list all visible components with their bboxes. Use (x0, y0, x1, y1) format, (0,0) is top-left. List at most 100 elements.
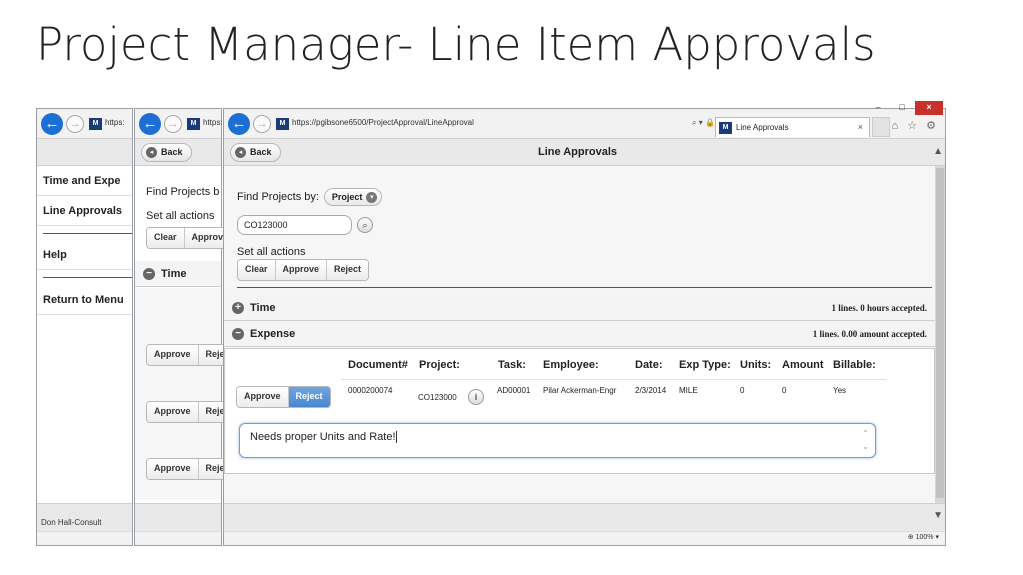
find-projects-label: Find Projects by: (237, 191, 319, 203)
page-scrollbar[interactable] (935, 166, 945, 504)
browser-window-menu: ← → M https: Time and Expe Line Approval… (36, 108, 133, 546)
zoom-control[interactable]: ⊕ 100% ▾ (908, 533, 939, 541)
browser-window-approvals-narrow: ← → M https: ◂ Back Find Projects b Set … (134, 108, 233, 546)
browser-forward-icon[interactable]: → (253, 115, 271, 133)
browser-tool-icons[interactable]: ⌂ ☆ ⚙ (892, 119, 939, 132)
site-favicon-icon: M (276, 118, 289, 130)
browser-forward-icon[interactable]: → (164, 115, 182, 133)
nav-item-line-approvals[interactable]: Line Approvals (37, 197, 132, 226)
column-header-document: Document# (348, 359, 408, 371)
time-section-header[interactable]: + Time 1 lines. 0 hours accepted. (224, 295, 935, 321)
scroll-up-icon[interactable]: ▲ (933, 146, 943, 157)
rejection-comment-textarea[interactable]: Needs proper Units and Rate! ⌃ ⌄ (239, 423, 876, 458)
site-favicon-icon: M (187, 118, 200, 130)
scrollbar-thumb[interactable] (936, 168, 944, 498)
scroll-down-icon[interactable]: ▼ (933, 510, 943, 521)
time-section-label: Time (250, 302, 276, 314)
back-button[interactable]: ◂ Back (141, 143, 192, 162)
window-controls: – □ × (867, 101, 943, 115)
browser-window-line-approvals: ← → M https://pgibsone6500/ProjectApprov… (223, 101, 946, 546)
cell-project: CO123000 (418, 393, 457, 402)
expense-table: Document# Project: Task: Employee: Date:… (224, 348, 935, 474)
cell-date: 2/3/2014 (635, 386, 667, 395)
time-section-header[interactable]: − Time (135, 261, 221, 287)
slide-title: Project Manager- Line Item Approvals (36, 18, 876, 71)
header-divider (341, 379, 886, 380)
find-by-value: Project (331, 192, 363, 202)
back-label: Back (161, 147, 183, 157)
minimize-icon[interactable]: – (867, 101, 889, 115)
chevron-down-icon: ▾ (366, 191, 378, 203)
browser-toolbar: ← → M https://pgibsone6500/ProjectApprov… (224, 101, 945, 139)
time-section-label: Time (161, 268, 187, 280)
approve-button[interactable]: Approve (147, 345, 199, 365)
browser-back-icon[interactable]: ← (139, 113, 161, 135)
column-header-exp-type: Exp Type: (679, 359, 731, 371)
clear-button[interactable]: Clear (238, 260, 276, 280)
section-divider (237, 287, 932, 288)
text-caret (395, 431, 397, 444)
nav-item-return-to-menu[interactable]: Return to Menu (37, 286, 132, 315)
comment-scrollbar[interactable]: ⌃ ⌄ (862, 427, 869, 453)
tab-label: Line Approvals (736, 123, 789, 132)
time-summary: 1 lines. 0 hours accepted. (831, 303, 928, 313)
column-header-units: Units: (740, 359, 772, 371)
cell-units: 0 (740, 386, 745, 395)
reject-button[interactable]: Reject (288, 387, 330, 407)
site-favicon-icon: M (89, 118, 102, 130)
column-header-project: Project: (419, 359, 460, 371)
approve-all-button[interactable]: Approve (275, 260, 328, 280)
comment-text: Needs proper Units and Rate! (250, 431, 396, 443)
set-all-label: Set all actions (146, 210, 215, 222)
column-header-task: Task: (498, 359, 526, 371)
address-bar[interactable]: https: (203, 118, 223, 127)
approve-button[interactable]: Approve (147, 402, 199, 422)
time-rows: Approve Reje Approve Reje Approve Reje (135, 288, 233, 500)
set-all-button-group: Clear Approv (146, 227, 232, 249)
find-by-select[interactable]: Project ▾ (323, 188, 383, 206)
nav-item-time-and-expense[interactable]: Time and Expe (37, 167, 132, 196)
project-search-input[interactable]: CO123000 (237, 215, 352, 235)
tab-line-approvals[interactable]: M Line Approvals × (715, 117, 870, 137)
browser-back-icon[interactable]: ← (41, 113, 63, 135)
address-bar[interactable]: https://pgibsone6500/ProjectApproval/Lin… (292, 118, 682, 127)
cell-amount: 0 (782, 386, 787, 395)
row-action-group: Approve Reje (146, 344, 233, 366)
zoom-level: 100% (915, 534, 934, 541)
new-tab-button[interactable] (872, 117, 890, 137)
browser-toolbar: ← → M https: (37, 109, 132, 139)
browser-forward-icon[interactable]: → (66, 115, 84, 133)
collapse-icon: − (232, 328, 244, 340)
cell-task: AD00001 (497, 386, 531, 395)
approve-button[interactable]: Approve (237, 387, 289, 407)
browser-back-icon[interactable]: ← (228, 113, 250, 135)
tab-close-icon[interactable]: × (858, 118, 863, 137)
reject-all-button[interactable]: Reject (327, 260, 369, 280)
address-bar[interactable]: https: (105, 118, 133, 127)
cell-billable: Yes (833, 386, 847, 395)
clear-button[interactable]: Clear (147, 228, 185, 248)
app-header: ◂ Back Line Approvals ▲ (224, 139, 945, 166)
column-header-billable: Billable: (833, 359, 876, 371)
nav-item-help[interactable]: Help (37, 241, 132, 270)
set-all-button-group: Clear Approve Reject (237, 259, 370, 281)
app-footer: ▼ (224, 503, 945, 531)
approve-button[interactable]: Approve (147, 459, 199, 479)
find-projects-label: Find Projects b (146, 186, 220, 198)
app-header (37, 139, 132, 166)
expand-icon: + (232, 302, 244, 314)
app-header: ◂ Back (135, 139, 221, 166)
footer-user-name: Don Hall-Consult (41, 518, 102, 527)
maximize-icon[interactable]: □ (891, 101, 913, 115)
tab-favicon-icon: M (719, 122, 732, 134)
expense-section-header[interactable]: − Expense 1 lines. 0.00 amount accepted. (224, 321, 935, 347)
collapse-icon: − (143, 268, 155, 280)
row-action-group: Approve Reject (236, 386, 331, 408)
cell-exp-type: MILE (679, 386, 698, 395)
page-title: Line Approvals (537, 146, 618, 158)
info-icon[interactable]: i (468, 389, 484, 405)
expense-section-label: Expense (250, 328, 296, 340)
search-icon[interactable]: ⌕ (357, 217, 373, 233)
row-action-group: Approve Reje (146, 458, 233, 480)
close-window-icon[interactable]: × (915, 101, 943, 115)
